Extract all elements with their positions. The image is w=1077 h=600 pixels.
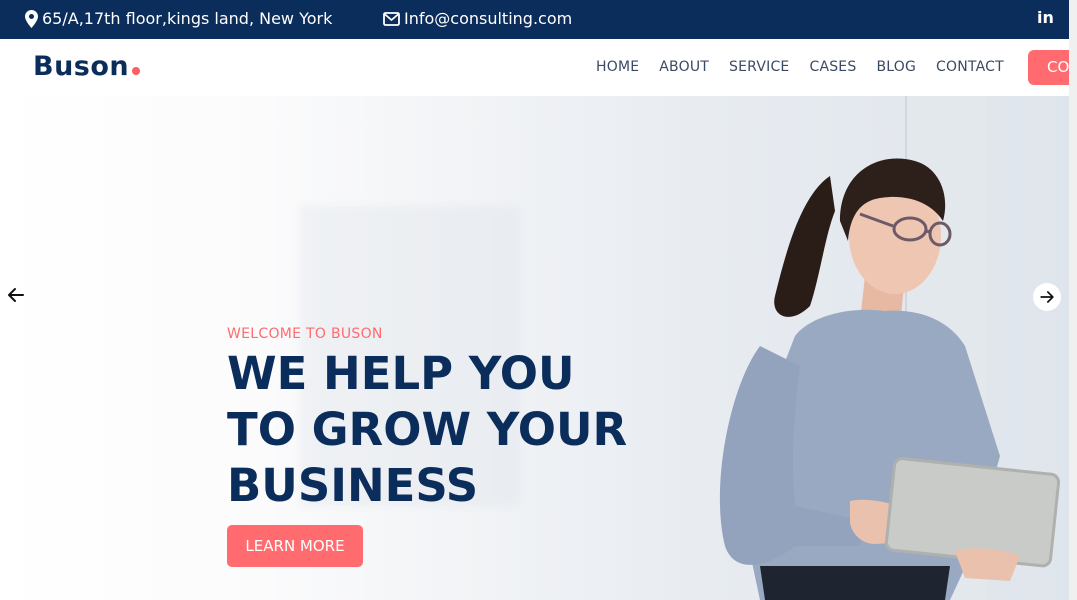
nav-cases[interactable]: CASES bbox=[809, 59, 856, 75]
address-text: 65/A,17th floor,kings land, New York bbox=[42, 9, 333, 28]
learn-more-button[interactable]: LEARN MORE bbox=[227, 525, 363, 567]
logo-dot-icon bbox=[132, 67, 141, 75]
hero-welcome-text: WELCOME TO BUSON bbox=[227, 326, 383, 342]
nav-home[interactable]: HOME bbox=[596, 59, 639, 75]
linkedin-icon[interactable]: in bbox=[1037, 8, 1054, 27]
headline-line-3: BUSINESS bbox=[227, 459, 479, 512]
address-item: 65/A,17th floor,kings land, New York bbox=[25, 9, 332, 28]
map-pin-icon bbox=[25, 9, 38, 28]
nav-blog[interactable]: BLOG bbox=[876, 59, 916, 75]
headline-line-2: TO GROW YOUR bbox=[227, 403, 628, 456]
email-item[interactable]: Info@consulting.com bbox=[383, 9, 572, 28]
headline-line-1: WE HELP YOU bbox=[227, 347, 575, 400]
slider-next-arrow-icon bbox=[1040, 291, 1054, 303]
slider-prev-arrow-icon[interactable] bbox=[4, 283, 28, 307]
site-header: Buson HOME ABOUT SERVICE CASES BLOG CONT… bbox=[0, 39, 1077, 96]
main-nav: HOME ABOUT SERVICE CASES BLOG CONTACT bbox=[596, 59, 1004, 75]
envelope-icon bbox=[383, 11, 400, 26]
woman-with-tablet-image bbox=[719, 158, 1061, 600]
hero-headline: WE HELP YOU TO GROW YOUR BUSINESS bbox=[227, 346, 667, 514]
hero-slider: WELCOME TO BUSON WE HELP YOU TO GROW YOU… bbox=[0, 96, 1069, 600]
email-text[interactable]: Info@consulting.com bbox=[404, 9, 572, 28]
top-info-bar: 65/A,17th floor,kings land, New York Inf… bbox=[0, 0, 1069, 39]
page-scrollbar[interactable] bbox=[1069, 0, 1077, 600]
nav-service[interactable]: SERVICE bbox=[729, 59, 789, 75]
logo[interactable]: Buson bbox=[33, 51, 141, 82]
slider-next-button[interactable] bbox=[1033, 283, 1061, 311]
nav-contact[interactable]: CONTACT bbox=[936, 59, 1004, 75]
nav-about[interactable]: ABOUT bbox=[659, 59, 709, 75]
logo-text: Buson bbox=[33, 51, 130, 82]
